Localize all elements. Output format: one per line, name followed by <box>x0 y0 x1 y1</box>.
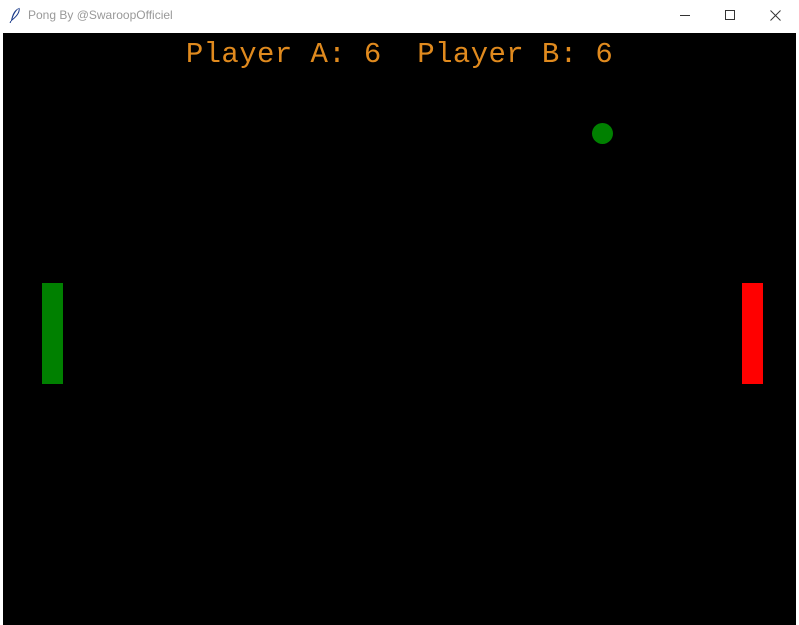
player-b-label: Player B: <box>417 38 578 71</box>
close-icon <box>769 9 781 21</box>
left-paddle <box>42 283 63 384</box>
player-a-score: 6 <box>363 38 382 71</box>
player-a-label: Player A: <box>185 38 347 71</box>
app-window: Pong By @SwaroopOfficiel Player A: 6 Pla… <box>0 0 799 625</box>
maximize-icon <box>725 10 735 20</box>
minimize-button[interactable] <box>662 0 708 30</box>
maximize-button[interactable] <box>707 0 753 30</box>
game-canvas[interactable]: Player A: 6 Player B: 6 <box>3 33 796 625</box>
minimize-icon <box>680 10 690 20</box>
feather-icon <box>8 7 22 24</box>
player-b-score: 6 <box>595 38 614 71</box>
right-paddle <box>742 283 763 384</box>
ball <box>592 123 613 144</box>
scoreboard: Player A: 6 Player B: 6 <box>3 37 796 73</box>
close-button[interactable] <box>752 0 798 30</box>
title-bar[interactable]: Pong By @SwaroopOfficiel <box>0 0 799 31</box>
window-title: Pong By @SwaroopOfficiel <box>28 8 173 22</box>
